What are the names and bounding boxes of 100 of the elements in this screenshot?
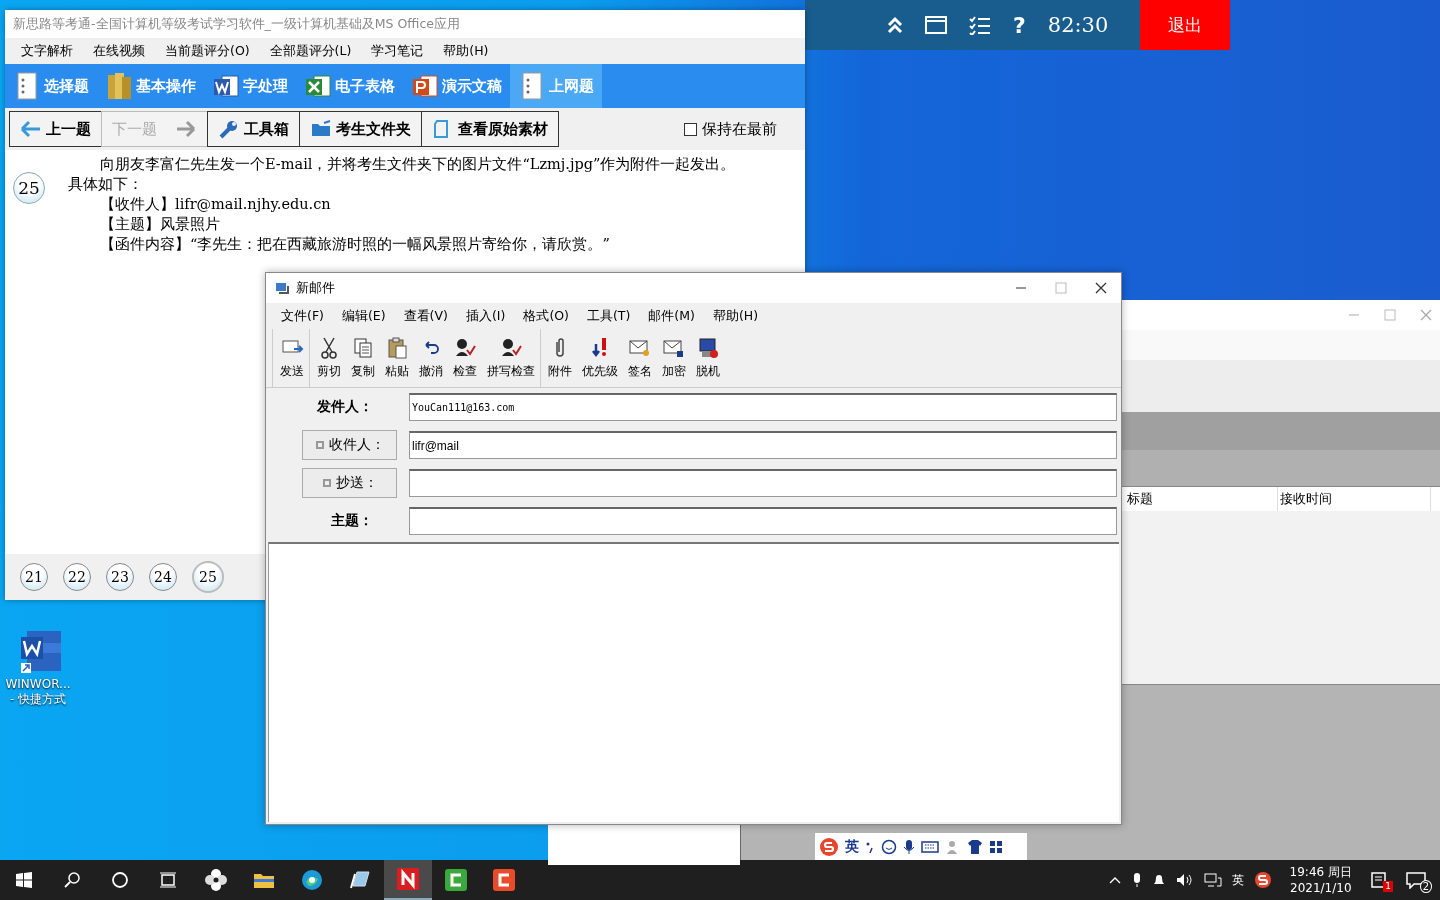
clock-time: 19:46 周日 (1289, 864, 1352, 880)
action-center-count: 2 (1419, 880, 1432, 893)
maximize-icon (1055, 282, 1067, 294)
menu-item[interactable]: 当前题评分(O) (155, 42, 260, 60)
browser-icon (300, 868, 324, 892)
taskbar-app[interactable] (384, 860, 432, 900)
window-title: 新邮件 (296, 279, 335, 297)
toolbar-button[interactable]: 附件 (543, 329, 577, 387)
sogou-logo-icon[interactable] (1253, 871, 1272, 889)
folder-icon (310, 119, 333, 139)
toolbar-button[interactable]: 脱机 (691, 329, 725, 387)
field-label: 主题： (331, 512, 374, 530)
toolbar-button[interactable]: 优先级 (577, 329, 623, 387)
question-nav-button[interactable]: 22 (63, 563, 91, 591)
menu-item[interactable]: 插入(I) (456, 307, 515, 325)
network-icon[interactable] (1203, 872, 1222, 888)
menu-item[interactable]: 全部题评分(L) (259, 42, 362, 60)
keep-on-top-checkbox[interactable]: 保持在最前 (678, 118, 783, 140)
microphone-icon[interactable] (1131, 872, 1142, 888)
address-book-icon (314, 440, 325, 450)
menu-item[interactable]: 文字解析 (11, 42, 83, 60)
smiley-icon[interactable] (881, 838, 897, 855)
toolbar-button[interactable]: 粘贴 (380, 329, 414, 387)
window-button[interactable] (925, 15, 947, 35)
input-mode[interactable]: 英 (1231, 871, 1244, 889)
toolbar-button[interactable]: 考生文件夹 (299, 111, 423, 147)
input-field[interactable]: YouCan111@163.com (409, 393, 1117, 421)
close-icon (1095, 282, 1107, 294)
menu-item[interactable]: 编辑(E) (332, 307, 395, 325)
address-book-icon (321, 478, 332, 488)
question-nav-button[interactable]: 21 (20, 563, 48, 591)
toolbar-button[interactable]: 拼写检查 (482, 329, 540, 387)
checklist-button[interactable] (969, 15, 991, 35)
microphone-icon[interactable] (903, 838, 915, 855)
question-nav-button[interactable]: 23 (106, 563, 134, 591)
toolbar-button[interactable]: 撤消 (414, 329, 448, 387)
menu-item[interactable]: 格式(O) (514, 307, 578, 325)
question-nav-button[interactable]: 25 (192, 561, 224, 593)
task-view-icon (159, 871, 177, 889)
menu-item[interactable]: 工具(T) (577, 307, 640, 325)
menu-item[interactable]: 学习笔记 (361, 42, 434, 60)
toolbar-button[interactable]: 查看原始素材 (421, 111, 560, 147)
field-label: 发件人： (317, 398, 374, 416)
toolbar-button[interactable]: 发送 (275, 329, 309, 387)
window-title: 新思路等考通-全国计算机等级考试学习软件_一级计算机基础及MS Office应用 (5, 10, 805, 38)
menu-item[interactable]: 查看(V) (394, 307, 457, 325)
keyboard-icon[interactable] (921, 840, 939, 853)
collapse-button[interactable] (887, 16, 903, 34)
input-field[interactable] (409, 469, 1117, 497)
menu-item[interactable]: 帮助(H) (703, 307, 768, 325)
question-detail: 【函件内容】“李先生：把在西藏旅游时照的一幅风景照片寄给你，请欣赏。” (99, 235, 611, 254)
double-chevron-icon (887, 16, 903, 34)
address-book-button[interactable]: 收件人： (302, 430, 397, 460)
help-button[interactable]: ? (1013, 12, 1026, 38)
close-button[interactable] (1095, 282, 1107, 294)
close-icon (1420, 309, 1432, 321)
checklist-icon (969, 15, 991, 35)
n-logo-icon (396, 867, 420, 891)
shortcut-label: WINWOR... (5, 677, 71, 691)
toolbar-button[interactable]: 复制 (346, 329, 380, 387)
sogou-logo-icon (819, 836, 839, 857)
folder-icon (105, 71, 133, 101)
circle-icon (111, 871, 129, 889)
windows-icon (15, 871, 33, 889)
menu-item[interactable]: 邮件(M) (639, 307, 704, 325)
input-mode[interactable]: 英 (845, 837, 859, 856)
toolbar-button[interactable]: 上一题 (9, 111, 102, 147)
shirt-icon[interactable] (967, 838, 983, 855)
question-detail: 【主题】风景照片 (99, 215, 221, 234)
menu-item[interactable]: 文件(F) (272, 307, 333, 325)
question-detail: 【收件人】lifr@mail.njhy.edu.cn (99, 195, 332, 214)
clock-date: 2021/1/10 (1290, 880, 1352, 896)
exit-button[interactable]: 退出 (1140, 0, 1230, 50)
speaker-icon[interactable] (1175, 872, 1194, 888)
clipboard-icon (385, 336, 409, 360)
menu-item[interactable]: 在线视频 (83, 42, 155, 60)
input-field[interactable]: lifr@mail (409, 431, 1117, 459)
toolbar-button[interactable]: 工具箱 (207, 111, 301, 147)
action-center-icon[interactable] (1406, 871, 1426, 889)
notification-icon[interactable] (1370, 871, 1388, 889)
message-body-field[interactable] (268, 542, 1119, 822)
search-icon (63, 871, 81, 889)
countdown-timer: 82:30 (1047, 13, 1109, 37)
computer-icon (696, 336, 720, 360)
question-nav-button[interactable]: 24 (149, 563, 177, 591)
c-logo-icon (492, 868, 516, 892)
toolbar-button[interactable]: 检查 (448, 329, 482, 387)
grid-icon[interactable] (989, 839, 1003, 854)
chevron-up-icon[interactable] (1107, 875, 1122, 885)
toolbar-button[interactable]: 剪切 (312, 329, 346, 387)
toolbar-button[interactable]: 签名 (623, 329, 657, 387)
address-book-button[interactable]: 抄送： (302, 468, 397, 498)
maximize-icon (1384, 309, 1396, 321)
input-field[interactable] (409, 507, 1117, 535)
menu-item[interactable]: 帮助(H) (433, 42, 499, 60)
toolbar-button[interactable]: 加密 (657, 329, 691, 387)
copy-icon (351, 336, 375, 360)
shortcut-label: - 快捷方式 (9, 691, 67, 708)
notification-badge: 1 (1383, 881, 1393, 892)
clock[interactable]: 19:46 周日 2021/1/10 (1281, 864, 1360, 896)
